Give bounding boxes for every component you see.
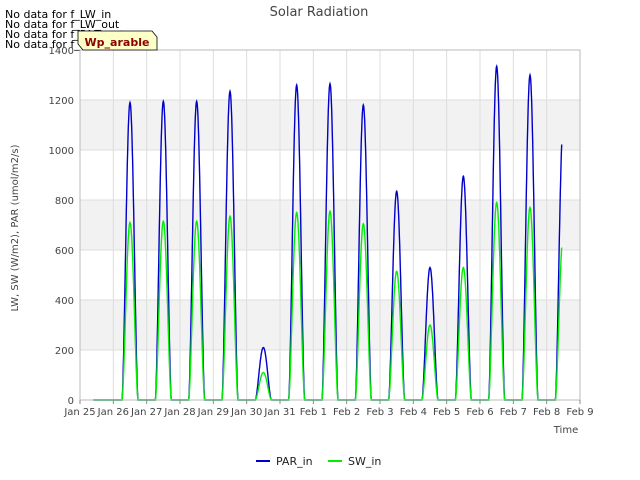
band xyxy=(80,200,580,250)
y-tick-label: 800 xyxy=(55,196,74,207)
x-tick-label: Feb 3 xyxy=(366,407,393,418)
band xyxy=(80,100,580,150)
x-tick-label: Jan 30 xyxy=(230,407,262,418)
legend: PAR_in SW_in xyxy=(256,455,381,468)
x-tick-label: Feb 9 xyxy=(566,407,593,418)
x-tick-label: Feb 8 xyxy=(533,407,560,418)
plot-background xyxy=(80,50,580,400)
x-tick-label: Jan 28 xyxy=(163,407,195,418)
x-tick-label: Feb 6 xyxy=(466,407,493,418)
x-tick-label: Feb 4 xyxy=(400,407,427,418)
band xyxy=(80,50,580,100)
site-badge: Wp_arable xyxy=(77,30,158,51)
y-tick-label: 600 xyxy=(55,246,74,257)
solar-radiation-chart: 0200400600800100012001400 Jan 25 Jan 26 Ja… xyxy=(10,5,594,468)
legend-label: SW_in xyxy=(348,455,381,468)
band xyxy=(80,300,580,350)
y-tick-label: 0 xyxy=(68,396,74,407)
x-axis-ticks: Jan 25 Jan 26 Jan 27 Jan 28 Jan 29 Jan 30 Jan … xyxy=(63,400,594,418)
y-tick-label: 1200 xyxy=(49,96,74,107)
x-tick-label: Feb 2 xyxy=(333,407,360,418)
x-tick-label: Jan 29 xyxy=(197,407,229,418)
y-tick-label: 200 xyxy=(55,346,74,357)
x-tick-label: Jan 26 xyxy=(97,407,129,418)
x-tick-label: Feb 5 xyxy=(433,407,460,418)
badge-label: Wp_arable xyxy=(85,36,150,49)
x-tick-label: Jan 31 xyxy=(263,407,295,418)
band xyxy=(80,150,580,200)
x-tick-label: Feb 1 xyxy=(300,407,327,418)
y-axis-ticks: 0 200 400 600 800 1000 1200 1400 xyxy=(49,46,74,407)
x-tick-label: Feb 7 xyxy=(500,407,527,418)
legend-label: PAR_in xyxy=(276,455,313,468)
band xyxy=(80,350,580,400)
x-tick-label: Jan 25 xyxy=(63,407,95,418)
x-tick-label: Jan 27 xyxy=(130,407,162,418)
y-tick-label: 1400 xyxy=(49,46,74,57)
y-axis-label: LW, SW (W/m2), PAR (umol/m2/s) xyxy=(10,144,21,311)
chart-title: Solar Radiation xyxy=(270,5,369,20)
y-tick-label: 400 xyxy=(55,296,74,307)
x-axis-label: Time xyxy=(553,425,578,436)
band xyxy=(80,250,580,300)
y-tick-label: 1000 xyxy=(49,146,74,157)
